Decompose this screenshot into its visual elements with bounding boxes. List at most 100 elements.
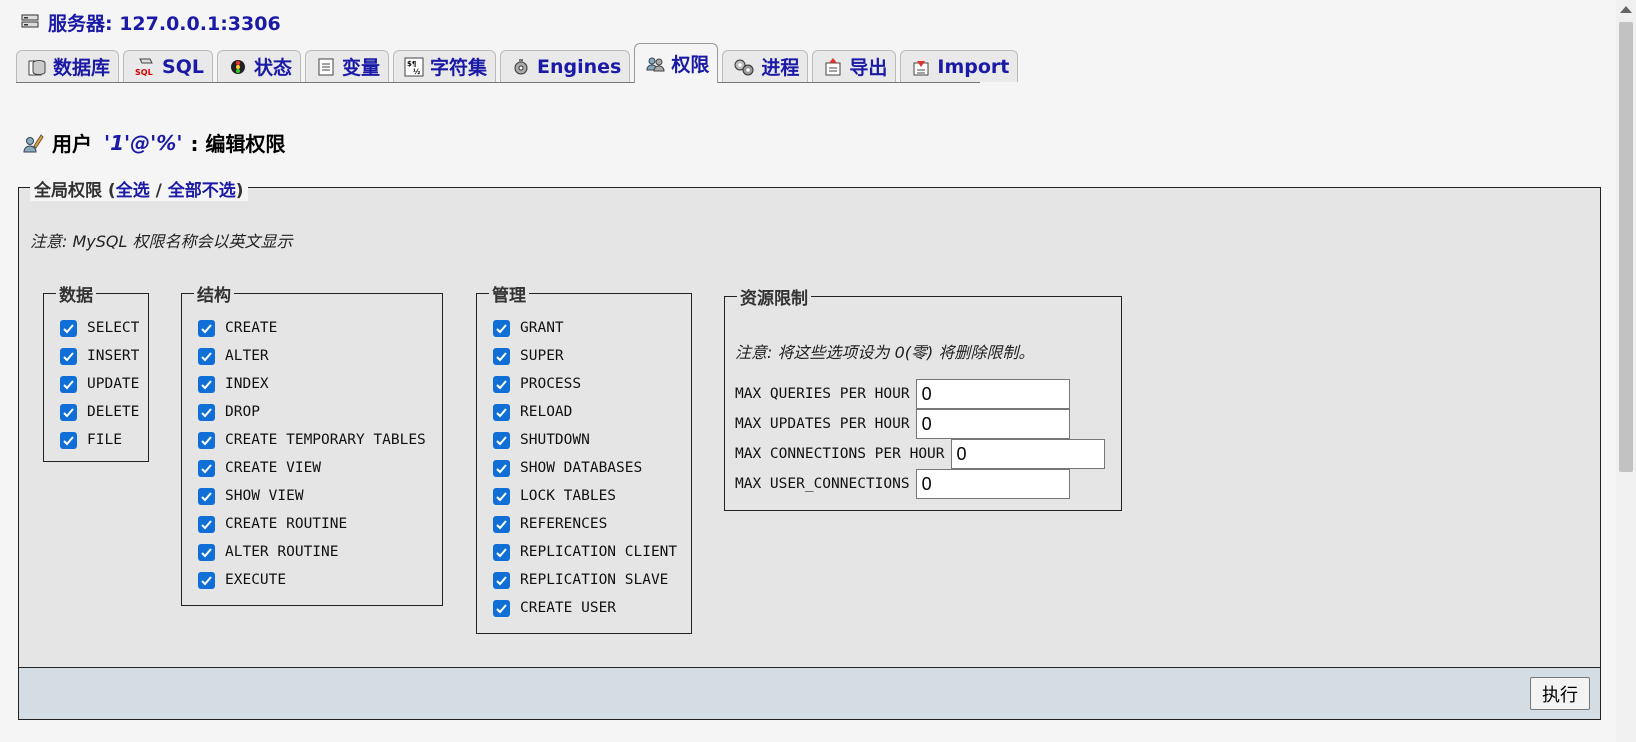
priv-create-view[interactable]: CREATE VIEW [198, 456, 321, 480]
tab-label: SQL [162, 55, 204, 78]
checkbox-checked[interactable] [198, 487, 215, 505]
max-user-connections-input[interactable] [915, 469, 1070, 499]
checkbox-checked[interactable] [60, 375, 77, 393]
check-all-link[interactable]: 全选 [116, 181, 150, 201]
go-button[interactable]: 执行 [1530, 677, 1590, 710]
priv-replication-slave[interactable]: REPLICATION SLAVE [493, 568, 668, 592]
resource-limits-group: 资源限制 注意: 将这些选项设为 0(零) 将删除限制。 MAX QUERIES… [724, 284, 1122, 511]
data-group-legend: 数据 [56, 281, 96, 306]
priv-label: SHOW VIEW [225, 488, 304, 504]
max-queries-input[interactable] [915, 379, 1070, 409]
checkbox-checked[interactable] [493, 403, 510, 421]
checkbox-checked[interactable] [493, 599, 510, 617]
priv-label: SHOW DATABASES [520, 460, 643, 476]
checkbox-checked[interactable] [493, 571, 510, 589]
checkbox-checked[interactable] [493, 487, 510, 505]
tab-label: 导出 [849, 57, 888, 79]
priv-grant[interactable]: GRANT [493, 316, 564, 340]
checkbox-checked[interactable] [60, 319, 77, 337]
checkbox-checked[interactable] [198, 543, 215, 561]
priv-label: DELETE [87, 404, 140, 420]
priv-insert[interactable]: INSERT [60, 344, 139, 368]
tab-export[interactable]: 导出 [812, 50, 897, 82]
priv-label: ALTER ROUTINE [225, 544, 339, 560]
legend-close: ) [235, 181, 244, 201]
scroll-thumb[interactable] [1619, 22, 1633, 472]
priv-references[interactable]: REFERENCES [493, 512, 607, 536]
priv-replication-client[interactable]: REPLICATION CLIENT [493, 540, 677, 564]
priv-super[interactable]: SUPER [493, 344, 564, 368]
checkbox-checked[interactable] [198, 403, 215, 421]
limit-label: MAX USER_CONNECTIONS [735, 476, 910, 492]
checkbox-checked[interactable] [493, 515, 510, 533]
priv-show-view[interactable]: SHOW VIEW [198, 484, 304, 508]
global-privileges-fieldset: 数据 SELECT INSERT UPDATE DELETE FILE 结构 C… [18, 187, 1601, 719]
priv-create[interactable]: CREATE [198, 316, 277, 340]
checkbox-checked[interactable] [60, 403, 77, 421]
server-label[interactable]: 服务器: 127.0.0.1:3306 [48, 9, 281, 36]
priv-create-routine[interactable]: CREATE ROUTINE [198, 512, 347, 536]
priv-delete[interactable]: DELETE [60, 400, 139, 424]
priv-create-temporary-tables[interactable]: CREATE TEMPORARY TABLES [198, 428, 426, 452]
checkbox-checked[interactable] [198, 431, 215, 449]
structure-group-legend: 结构 [194, 281, 234, 306]
priv-label: GRANT [520, 320, 564, 336]
data-privileges-group: 数据 SELECT INSERT UPDATE DELETE FILE [43, 281, 149, 462]
max-connections-input[interactable] [950, 439, 1105, 469]
legend-separator: / [149, 181, 168, 201]
vertical-scrollbar[interactable] [1616, 0, 1636, 742]
max-updates-input[interactable] [915, 409, 1070, 439]
priv-reload[interactable]: RELOAD [493, 400, 572, 424]
limit-max-queries: MAX QUERIES PER HOUR [735, 379, 1070, 409]
checkbox-checked[interactable] [198, 459, 215, 477]
priv-select[interactable]: SELECT [60, 316, 139, 340]
tab-charsets[interactable]: $¶ ½ 字符集 [393, 50, 497, 82]
priv-index[interactable]: INDEX [198, 372, 269, 396]
title-prefix: 用户 [52, 132, 92, 156]
tab-label: Import [937, 55, 1010, 78]
checkbox-checked[interactable] [493, 347, 510, 365]
checkbox-checked[interactable] [493, 431, 510, 449]
priv-label: INDEX [225, 376, 269, 392]
checkbox-checked[interactable] [493, 459, 510, 477]
uncheck-all-link[interactable]: 全部不选 [168, 181, 236, 201]
checkbox-checked[interactable] [198, 319, 215, 337]
tab-engines[interactable]: Engines [500, 50, 631, 82]
user-spec-link[interactable]: '1'@'%' [104, 131, 182, 155]
checkbox-checked[interactable] [493, 543, 510, 561]
priv-lock-tables[interactable]: LOCK TABLES [493, 484, 616, 508]
checkbox-checked[interactable] [493, 319, 510, 337]
tab-status[interactable]: 状态 [216, 50, 301, 82]
priv-show-databases[interactable]: SHOW DATABASES [493, 456, 642, 480]
structure-privileges-group: 结构 CREATE ALTER INDEX DROP CREATE TEMPOR… [181, 281, 443, 606]
priv-update[interactable]: UPDATE [60, 372, 139, 396]
tab-sql[interactable]: SQL SQL [123, 50, 213, 82]
priv-label: INSERT [87, 348, 140, 364]
tab-variables[interactable]: 变量 [304, 50, 389, 82]
priv-create-user[interactable]: CREATE USER [493, 596, 616, 620]
priv-label: CREATE VIEW [225, 460, 322, 476]
priv-alter[interactable]: ALTER [198, 344, 269, 368]
export-icon [823, 57, 843, 77]
priv-alter-routine[interactable]: ALTER ROUTINE [198, 540, 339, 564]
checkbox-checked[interactable] [198, 375, 215, 393]
checkbox-checked[interactable] [493, 375, 510, 393]
scroll-up-arrow-icon[interactable] [1620, 6, 1632, 13]
checkbox-checked[interactable] [198, 571, 215, 589]
priv-drop[interactable]: DROP [198, 400, 260, 424]
admin-group-legend: 管理 [489, 281, 529, 306]
priv-file[interactable]: FILE [60, 428, 122, 452]
checkbox-checked[interactable] [198, 347, 215, 365]
priv-process[interactable]: PROCESS [493, 372, 581, 396]
checkbox-checked[interactable] [60, 347, 77, 365]
priv-shutdown[interactable]: SHUTDOWN [493, 428, 590, 452]
tab-processes[interactable]: 进程 [722, 50, 809, 82]
checkbox-checked[interactable] [60, 431, 77, 449]
tab-import[interactable]: Import [900, 50, 1019, 82]
tab-privileges[interactable]: 权限 [634, 43, 719, 83]
priv-execute[interactable]: EXECUTE [198, 568, 286, 592]
tab-databases[interactable]: 数据库 [16, 50, 120, 82]
server-breadcrumb[interactable]: 服务器: 127.0.0.1:3306 [20, 8, 281, 36]
checkbox-checked[interactable] [198, 515, 215, 533]
sql-icon: SQL [134, 57, 156, 77]
